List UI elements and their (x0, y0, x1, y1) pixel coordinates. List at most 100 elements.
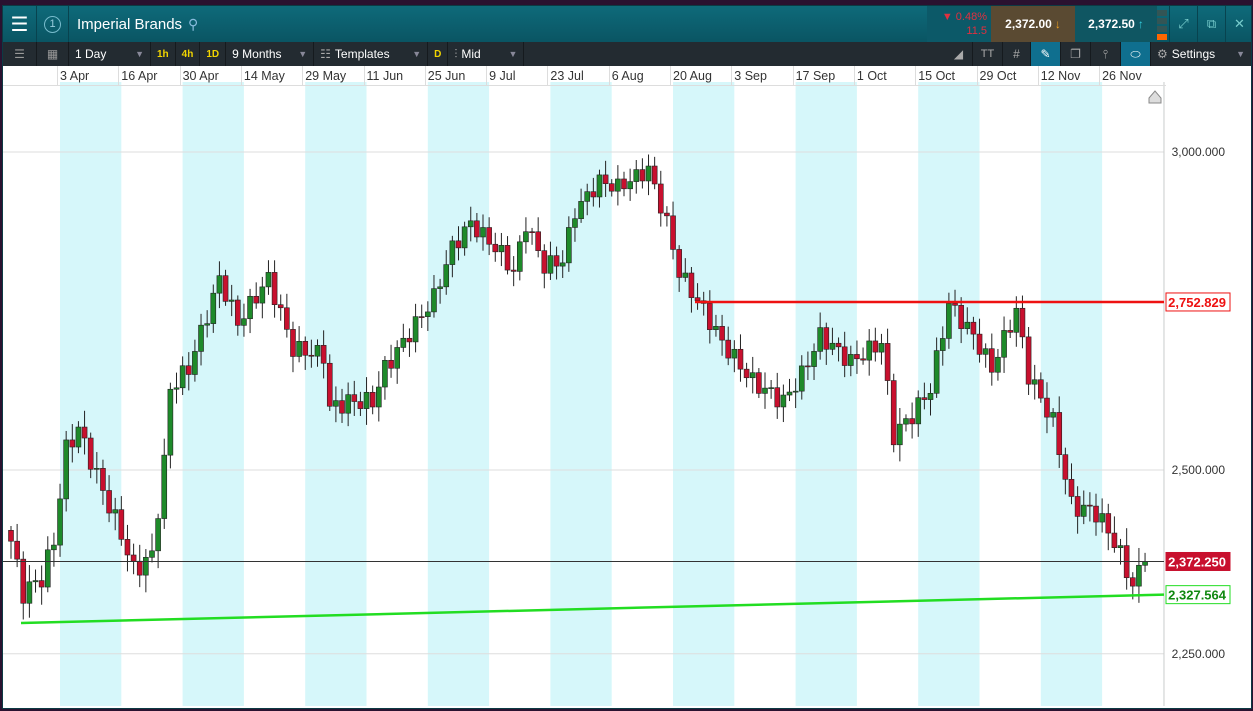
candle-down (339, 400, 345, 414)
x-tick-label: 14 May (243, 69, 285, 83)
candle-down (1044, 397, 1050, 418)
week-band (673, 82, 735, 706)
candle-down (326, 362, 333, 407)
candle-up (467, 220, 474, 228)
candle-down (725, 339, 732, 359)
x-tick-label: 29 Oct (979, 69, 1017, 83)
candle-up (817, 327, 823, 352)
candle-up (786, 391, 793, 396)
candle-up (939, 338, 946, 351)
candle-down (670, 215, 676, 250)
candle-up (749, 372, 756, 379)
candle-up (559, 262, 566, 267)
candle-down (602, 174, 609, 184)
candle-down (81, 426, 88, 439)
candle-down (290, 329, 296, 357)
week-band (60, 82, 122, 706)
candle-down (890, 380, 897, 446)
candle-up (682, 272, 689, 278)
candle-up (75, 426, 82, 448)
candle-down (694, 297, 701, 301)
candle-up (731, 348, 738, 359)
candle-up (1099, 513, 1105, 523)
candle-up (878, 343, 885, 353)
candle-up (247, 295, 253, 320)
candle-up (811, 351, 817, 367)
candle-up (394, 347, 400, 369)
candle-up (167, 388, 174, 456)
candle-down (921, 397, 928, 400)
candle-up (437, 286, 443, 289)
candle-down (1105, 513, 1112, 534)
candle-up (210, 292, 217, 324)
candle-up (933, 350, 940, 394)
candle-down (774, 387, 781, 408)
chart-window: ☰ 1 Imperial Brands ⚲ ▼ 0.48% 11.5 2,372.… (2, 5, 1252, 709)
candle-down (106, 490, 112, 514)
candle-up (866, 340, 873, 361)
price-chart[interactable]: 3,000.000 2,500.000 2,250.000 2,752.829 2,37… (3, 6, 1253, 710)
candle-down (8, 530, 14, 542)
candle-up (792, 390, 799, 393)
candle-down (277, 304, 284, 309)
candle-down (1062, 454, 1069, 480)
candle-up (51, 544, 57, 551)
candle-down (651, 165, 658, 185)
candle-down (909, 418, 915, 425)
candle-down (1068, 479, 1075, 497)
candle-down (872, 340, 879, 353)
candle-up (296, 341, 302, 357)
candle-up (946, 303, 952, 339)
week-band (550, 82, 612, 706)
candle-down (406, 337, 413, 343)
candle-down (474, 220, 480, 238)
candle-up (1142, 561, 1148, 566)
candle-down (185, 365, 192, 375)
candle-down (492, 243, 499, 253)
candle-up (645, 165, 652, 182)
candle-down (976, 333, 983, 355)
candle-down (884, 343, 891, 381)
candle-up (314, 345, 321, 357)
candle-down (118, 509, 125, 540)
candle-up (848, 354, 854, 366)
candle-up (566, 227, 572, 264)
x-tick-label: 12 Nov (1040, 69, 1081, 83)
candle-up (927, 393, 934, 400)
candle-up (173, 387, 180, 390)
candle-up (915, 397, 922, 425)
candle-up (584, 191, 591, 202)
x-tick-label: 9 Jul (489, 69, 516, 83)
candle-down (87, 437, 94, 470)
candle-down (553, 255, 560, 267)
x-tick-label: 30 Apr (182, 69, 219, 83)
candle-down (369, 391, 376, 408)
candle-up (982, 348, 989, 355)
x-tick-label: 1 Oct (856, 69, 887, 83)
candle-down (235, 299, 241, 326)
candle-down (271, 272, 278, 305)
candle-down (854, 354, 860, 360)
candle-up (44, 549, 51, 588)
candle-down (756, 372, 762, 394)
candle-down (1087, 504, 1093, 507)
candle-down (805, 365, 811, 368)
candle-up (615, 178, 621, 192)
candle-down (664, 212, 670, 217)
candle-up (363, 391, 370, 409)
candle-up (241, 318, 247, 326)
candle-down (1056, 412, 1063, 455)
candle-down (621, 178, 627, 190)
candle-down (486, 227, 492, 245)
candle-up (345, 394, 351, 414)
candle-up (1031, 379, 1038, 385)
candle-down (1025, 336, 1032, 385)
candle-up (964, 321, 971, 329)
candle-up (713, 326, 719, 330)
candle-up (572, 218, 578, 228)
x-tick-label: 29 May (305, 69, 347, 83)
candle-down (510, 269, 517, 272)
candle-down (130, 554, 137, 562)
candle-up (498, 245, 505, 253)
candle-up (32, 580, 39, 583)
